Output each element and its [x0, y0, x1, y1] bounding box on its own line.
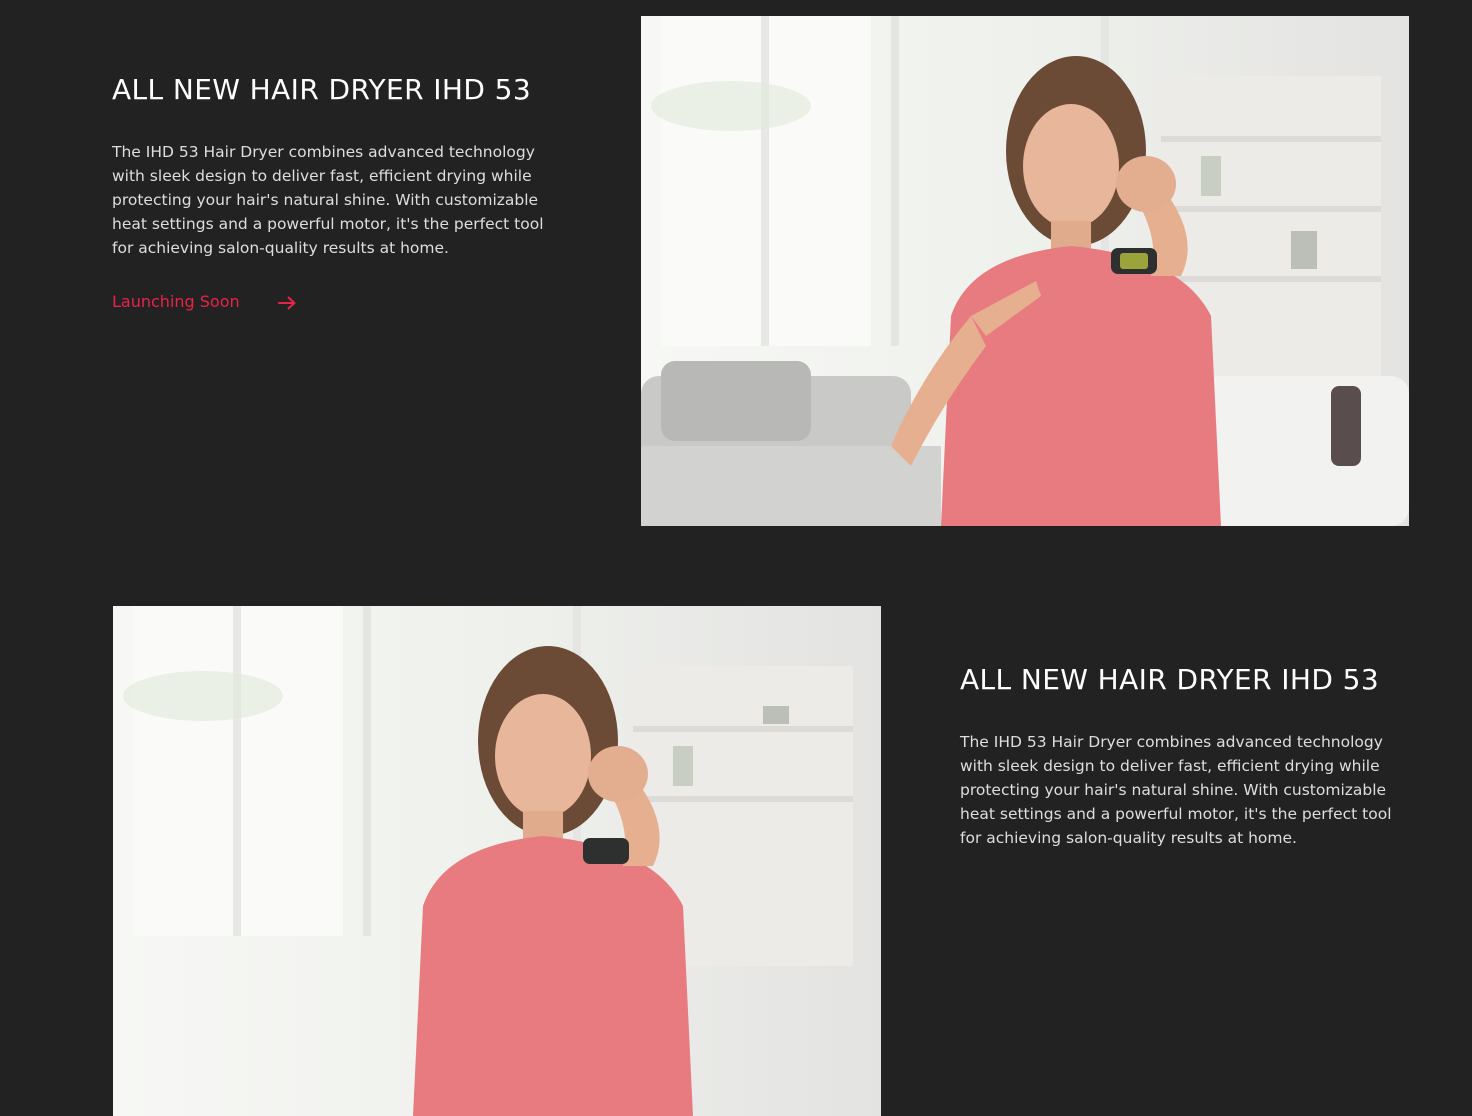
- product-photo: [113, 606, 881, 1116]
- cta-label: Launching Soon: [112, 292, 240, 311]
- feature-section-2: ALL NEW HAIR DRYER IHD 53 The IHD 53 Hai…: [0, 560, 1472, 1116]
- feature-description: The IHD 53 Hair Dryer combines advanced …: [112, 143, 544, 257]
- feature-title: ALL NEW HAIR DRYER IHD 53: [960, 663, 1380, 696]
- launching-soon-link[interactable]: Launching Soon: [112, 292, 296, 311]
- arrow-right-icon: [277, 295, 296, 309]
- feature-description: The IHD 53 Hair Dryer combines advanced …: [960, 733, 1392, 847]
- product-photo: [641, 16, 1409, 526]
- feature-title: ALL NEW HAIR DRYER IHD 53: [112, 73, 532, 106]
- feature-section-1: ALL NEW HAIR DRYER IHD 53 The IHD 53 Hai…: [0, 0, 1472, 560]
